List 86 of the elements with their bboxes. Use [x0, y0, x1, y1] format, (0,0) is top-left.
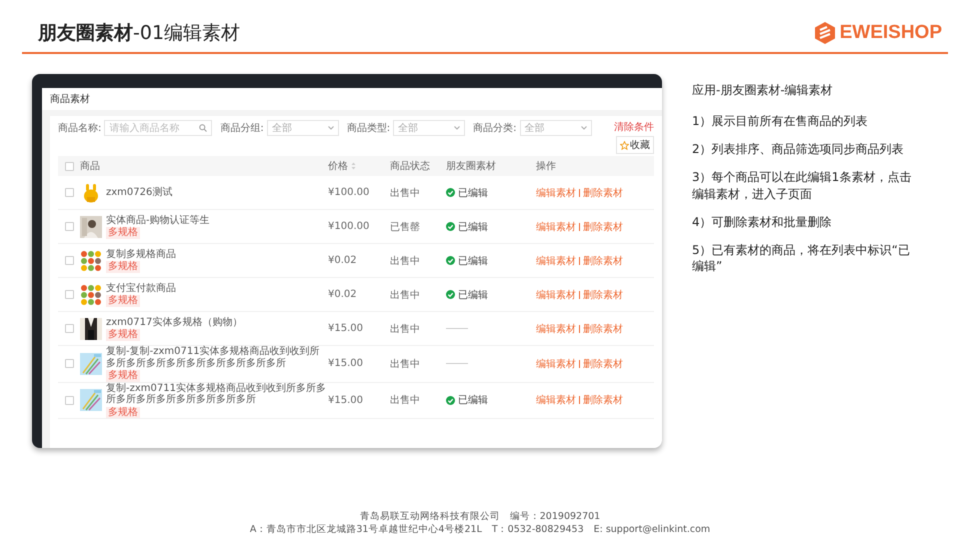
product-name: zxm0726测试	[106, 186, 172, 198]
table-cell-text: 已编辑	[458, 394, 488, 408]
action-link[interactable]: 编辑素材	[536, 393, 576, 408]
table-cell: ¥15.00	[328, 358, 363, 370]
note-text: 1）展示目前所有在售商品的列表	[692, 113, 869, 130]
action-link[interactable]: 删除素材	[583, 220, 623, 234]
action-link[interactable]: 编辑素材	[536, 288, 576, 302]
table-cell: 出售中	[390, 290, 420, 300]
note-text: 3）每个商品可以在此编辑1条素材，点击编辑素材，进入子页面	[692, 169, 912, 202]
table-cell: 出售中	[390, 256, 420, 266]
product-name: 复制-复制-zxm0711实体多规格商品收到收到所多所多所多所多所多所多所多所多所多所	[106, 346, 321, 369]
product-name: zxm0717实体多规格（购物）	[106, 316, 242, 328]
filter-label: 商品分组:	[220, 122, 264, 135]
action-link[interactable]: 编辑素材	[536, 356, 576, 371]
column-header: 操作	[536, 160, 556, 173]
table-cell: 出售中	[390, 395, 420, 406]
table-cell-text: 已编辑	[458, 186, 488, 200]
checkbox[interactable]	[64, 359, 74, 368]
action-link[interactable]: 删除素材	[583, 186, 623, 200]
action-link[interactable]: 删除素材	[583, 288, 623, 302]
table-cell: 出售中	[390, 324, 420, 334]
checkbox[interactable]	[64, 256, 74, 265]
action-link[interactable]: 编辑素材	[536, 322, 576, 336]
footer-text: A：青岛市市北区龙城路31号卓越世纪中心4号楼21L T：0532-80829453 E: support@elinkint.com	[248, 524, 712, 536]
action-link[interactable]: 删除素材	[583, 322, 623, 336]
select-field[interactable]: 全部	[520, 120, 592, 136]
clear-link[interactable]: 清除条件	[614, 120, 654, 134]
table-cell-text: 已编辑	[458, 254, 488, 268]
logo-icon	[814, 21, 836, 45]
action-link[interactable]: 编辑素材	[536, 220, 576, 234]
action-link[interactable]: 编辑素材	[536, 186, 576, 200]
footer-text: 青岛易联互动网络科技有限公司 编号：2019092701	[358, 511, 602, 524]
logo-text: EWEISHOP	[840, 22, 942, 44]
product-name: 支付宝付款商品	[106, 282, 176, 294]
table-cell: 已售罄	[390, 222, 420, 232]
note-text: 4）可删除素材和批量删除	[692, 214, 833, 230]
action-link[interactable]: 删除素材	[583, 393, 623, 408]
filter-label: 商品分类:	[473, 122, 516, 135]
table-cell: ¥100.00	[328, 187, 370, 198]
action-link[interactable]: 编辑素材	[536, 254, 576, 268]
spec-tag: 多规格	[106, 295, 140, 306]
column-header[interactable]: 价格	[328, 159, 348, 173]
spec-tag: 多规格	[106, 406, 140, 418]
column-header: 商品状态	[390, 161, 430, 172]
product-name: 复制-zxm0711实体多规格商品收到收到所多所多所多所多所多所多所多所多所多所	[106, 382, 327, 406]
checkbox[interactable]	[64, 324, 74, 333]
spec-tag: 多规格	[106, 370, 140, 382]
checkbox[interactable]	[64, 290, 74, 299]
caret-icon	[454, 126, 460, 130]
column-header: 朋友圈素材	[446, 160, 496, 173]
spec-tag: 多规格	[106, 329, 140, 340]
filter-label: 商品名称:	[58, 122, 102, 135]
notes-heading: 应用-朋友圈素材-编辑素材	[692, 82, 834, 99]
table-cell: 出售中	[390, 188, 420, 198]
search-icon	[199, 124, 208, 132]
checkbox[interactable]	[64, 188, 74, 197]
checkbox[interactable]	[64, 396, 74, 405]
action-link[interactable]: 删除素材	[583, 254, 623, 268]
caret-icon	[328, 126, 334, 130]
action-link[interactable]: 删除素材	[583, 356, 623, 371]
favorite-button[interactable]: 收藏	[616, 136, 654, 154]
table-cell: ¥0.02	[328, 255, 357, 266]
spec-tag: 多规格	[106, 261, 140, 272]
select-field[interactable]: 全部	[266, 120, 339, 136]
filter-label: 商品类型:	[346, 122, 390, 135]
spec-tag: 多规格	[106, 227, 140, 238]
column-header: 商品	[80, 160, 100, 173]
table-cell: ¥0.02	[328, 289, 357, 300]
table-cell: 出售中	[390, 358, 420, 370]
product-name: 实体商品-购物认证等生	[106, 214, 210, 226]
note-text: 2）列表排序、商品筛选项同步商品列表	[692, 141, 905, 158]
table-cell: ¥15.00	[328, 323, 363, 334]
caret-icon	[580, 126, 586, 130]
sort-icon[interactable]	[351, 162, 356, 170]
table-cell: ¥100.00	[328, 221, 370, 232]
table-cell-text: 已编辑	[458, 220, 488, 234]
table-cell-text: 已编辑	[458, 288, 488, 302]
table-cell: ¥15.00	[328, 394, 363, 406]
product-name: 复制多规格商品	[106, 248, 176, 260]
checkbox[interactable]	[64, 222, 74, 231]
select-field[interactable]: 全部	[393, 120, 466, 136]
note-text: 5）已有素材的商品，将在列表中标识“已编辑”	[692, 242, 911, 274]
star-icon	[620, 140, 629, 150]
slide-title: 朋友圈素材-01编辑素材	[38, 21, 240, 46]
checkbox[interactable]	[64, 162, 74, 170]
page-title: 商品素材	[42, 88, 662, 110]
